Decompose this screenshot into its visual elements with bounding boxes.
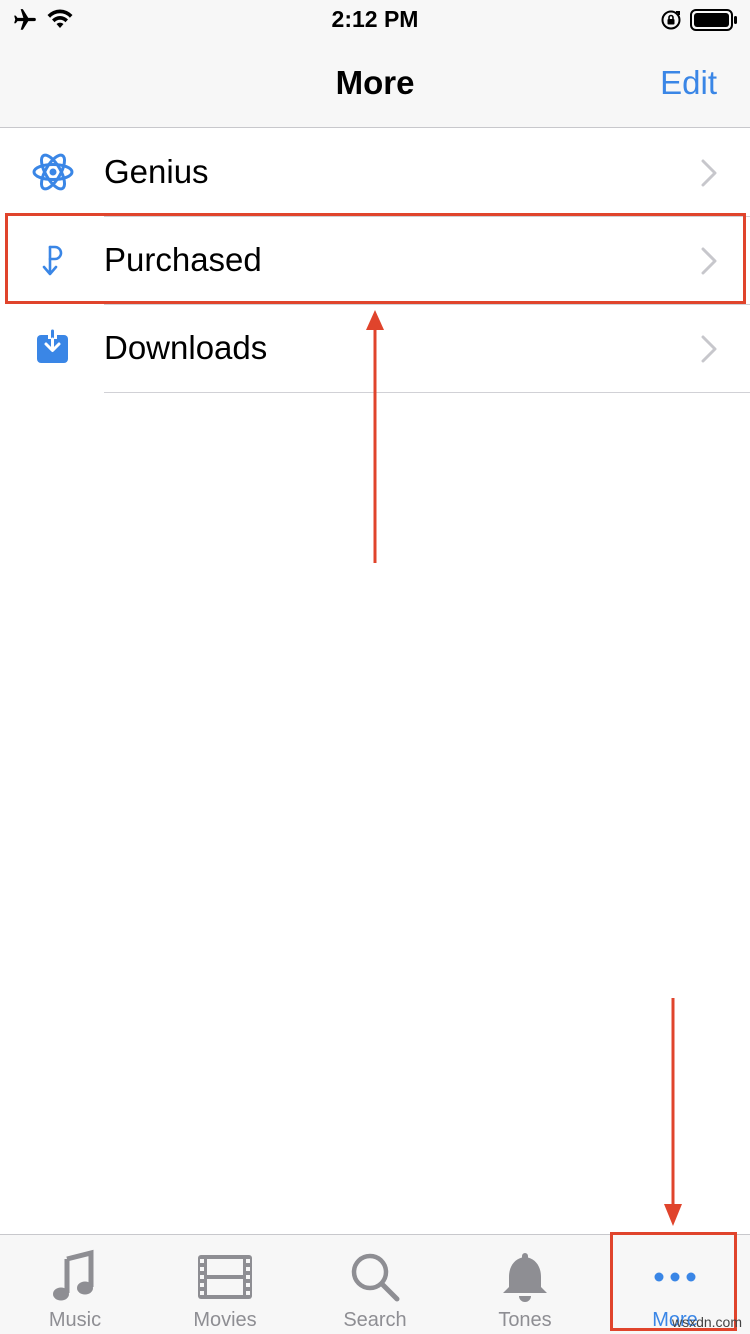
tab-tones[interactable]: Tones	[450, 1235, 600, 1334]
magnifier-icon	[351, 1253, 400, 1302]
annotation-arrow-down	[664, 998, 682, 1226]
edit-button[interactable]: Edit	[660, 64, 717, 102]
tab-label: Movies	[193, 1309, 257, 1331]
list-item-genius[interactable]: Genius	[0, 129, 750, 217]
status-bar: 2:12 PM	[0, 0, 750, 40]
battery-icon	[690, 9, 737, 31]
chevron-right-icon	[701, 159, 717, 187]
list-item-label: Downloads	[104, 329, 268, 366]
list-item-label: Genius	[104, 153, 209, 190]
tab-label: Search	[343, 1309, 407, 1331]
download-tray-icon	[37, 329, 68, 363]
music-note-icon	[53, 1249, 94, 1301]
page-title: More	[335, 64, 415, 101]
tab-label: Music	[48, 1309, 102, 1331]
row-separator	[104, 392, 750, 393]
tab-search[interactable]: Search	[300, 1235, 450, 1334]
tab-music[interactable]: Music	[0, 1235, 150, 1334]
film-strip-icon	[198, 1255, 252, 1299]
annotation-arrow-up	[366, 310, 384, 563]
orientation-lock-icon	[661, 10, 681, 30]
tab-label: Tones	[498, 1309, 552, 1331]
purchased-highlight-box	[5, 213, 746, 304]
bell-icon	[503, 1253, 547, 1302]
chevron-right-icon	[701, 335, 717, 363]
navigation-bar: 2:12 PM More Edit	[0, 0, 750, 128]
atom-icon	[32, 153, 74, 191]
tab-movies[interactable]: Movies	[150, 1235, 300, 1334]
watermark: wsxdn.com	[671, 1314, 742, 1330]
status-time: 2:12 PM	[331, 6, 419, 32]
